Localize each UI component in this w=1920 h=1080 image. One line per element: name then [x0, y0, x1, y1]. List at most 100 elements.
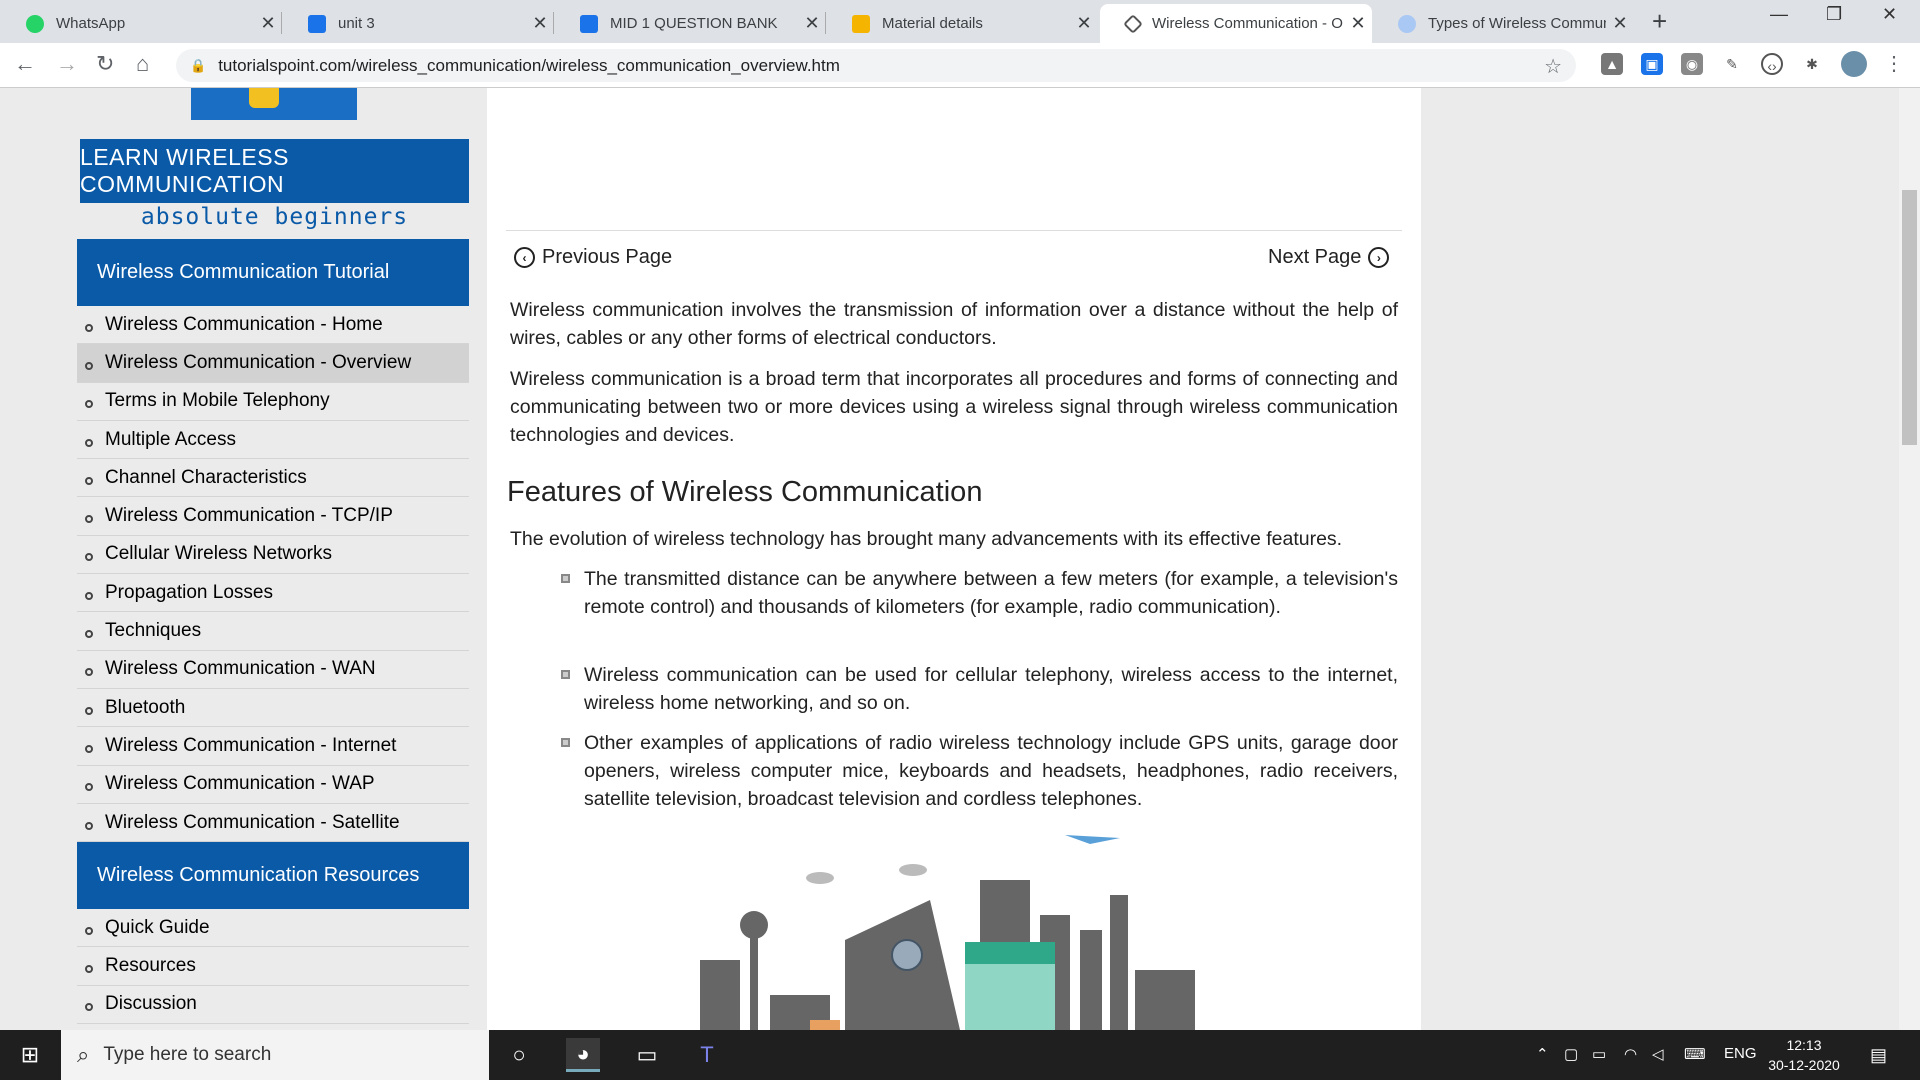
clock[interactable]: 12:13 30-12-2020: [1764, 1035, 1844, 1075]
close-icon[interactable]: ✕: [526, 13, 554, 34]
puzzle-extensions-icon[interactable]: ✱: [1801, 53, 1823, 75]
bullet-icon: [85, 591, 93, 600]
reload-button[interactable]: ↻: [96, 51, 114, 77]
sidebar-item[interactable]: Wireless Communication - TCP/IP: [77, 497, 469, 536]
wireless-city-illustration: [700, 835, 1195, 1030]
sidebar-item-label: Techniques: [105, 620, 202, 642]
close-icon[interactable]: ✕: [254, 13, 282, 34]
close-icon[interactable]: ✕: [798, 13, 826, 34]
bullet-icon: [85, 744, 93, 753]
feature-item: Other examples of applications of radio …: [584, 732, 1398, 810]
tab-wireless-overview[interactable]: Wireless Communication - O ✕: [1100, 4, 1372, 43]
sidebar-item-label: Wireless Communication - Home: [105, 313, 383, 335]
paragraph-intro: Wireless communication involves the tran…: [510, 299, 1398, 349]
sidebar-item[interactable]: Propagation Losses: [77, 574, 469, 613]
sidebar-item-label: Cellular Wireless Networks: [105, 543, 332, 565]
sidebar-tutorial-heading: Wireless Communication Tutorial: [77, 239, 469, 306]
close-window-button[interactable]: ✕: [1882, 4, 1897, 25]
sidebar-item[interactable]: Terms in Mobile Telephony: [77, 383, 469, 421]
chrome-icon[interactable]: ◕: [566, 1038, 600, 1072]
clock-date: 30-12-2020: [1768, 1057, 1840, 1073]
close-icon[interactable]: ✕: [1070, 13, 1098, 34]
url-text: tutorialspoint.com/wireless_communicatio…: [218, 55, 840, 75]
bullet-icon: [85, 400, 93, 409]
close-icon[interactable]: ✕: [1606, 13, 1634, 34]
tab-title: WhatsApp: [56, 15, 126, 32]
home-button[interactable]: ⌂: [136, 51, 149, 77]
previous-page-label: Previous Page: [542, 246, 673, 268]
sidebar-item[interactable]: Wireless Communication - Internet: [77, 727, 469, 766]
sidebar-item-label: Discussion: [105, 993, 197, 1015]
sidebar-item[interactable]: Wireless Communication - Satellite: [77, 804, 469, 843]
browser-toolbar: ← → ↻ ⌂ 🔒 tutorialspoint.com/wireless_co…: [0, 43, 1920, 88]
tray-chevron-icon[interactable]: ⌃: [1536, 1045, 1549, 1063]
bullet-icon: [85, 515, 93, 524]
bookmark-star-icon[interactable]: ☆: [1544, 54, 1562, 79]
camera-extension-icon[interactable]: ◉: [1681, 53, 1703, 75]
battery-icon[interactable]: ▭: [1592, 1045, 1606, 1063]
next-page-link[interactable]: Next Page ›: [1268, 246, 1390, 269]
tutorialspoint-icon: [1123, 13, 1143, 34]
bullet-icon: [85, 964, 93, 973]
tab-material[interactable]: Material details ✕: [826, 4, 1098, 43]
windows-start-icon[interactable]: ⊞: [13, 1038, 47, 1072]
sidebar-item-label: Resources: [105, 954, 196, 976]
sidebar-item[interactable]: Cellular Wireless Networks: [77, 536, 469, 575]
profile-avatar[interactable]: [1841, 51, 1867, 77]
tab-whatsapp[interactable]: WhatsApp ✕: [0, 4, 282, 43]
divider: [506, 230, 1402, 231]
file-manager-icon[interactable]: ▭: [630, 1038, 664, 1072]
tab-unit3[interactable]: unit 3 ✕: [282, 4, 554, 43]
sidebar-item[interactable]: Wireless Communication - WAN: [77, 651, 469, 689]
eyedropper-extension-icon[interactable]: ✎: [1721, 53, 1743, 75]
sidebar-item[interactable]: Wireless Communication - WAP: [77, 766, 469, 804]
sidebar-item[interactable]: Techniques: [77, 612, 469, 651]
tab-types-wireless[interactable]: Types of Wireless Communic ✕: [1372, 4, 1634, 43]
back-button[interactable]: ←: [14, 51, 36, 77]
sidebar-item-label: Wireless Communication - Internet: [105, 734, 397, 756]
sidebar-item-label: Multiple Access: [105, 428, 236, 450]
new-tab-button[interactable]: +: [1652, 6, 1667, 37]
logo-title: LEARN WIRELESS COMMUNICATION: [80, 139, 469, 203]
taskbar: ⊞ ⌕ Type here to search ○ ◕ ▭ T ⌃ ▢ ▭ ◠ …: [0, 1030, 1920, 1080]
notifications-icon[interactable]: ▤: [1870, 1045, 1887, 1066]
sidebar-item[interactable]: Bluetooth: [77, 689, 469, 728]
screen-extension-icon[interactable]: ▣: [1641, 53, 1663, 75]
pdf-extension-icon[interactable]: ▲: [1601, 53, 1623, 75]
previous-page-link[interactable]: ‹ Previous Page: [514, 246, 672, 269]
code-extension-icon[interactable]: ‹›: [1761, 53, 1783, 75]
logo-graphic: [191, 88, 357, 120]
taskbar-search[interactable]: ⌕ Type here to search: [61, 1030, 489, 1080]
teams-icon[interactable]: T: [690, 1038, 724, 1072]
maximize-button[interactable]: ❐: [1826, 4, 1842, 25]
volume-icon[interactable]: ◁: [1652, 1045, 1664, 1063]
tray-camera-icon[interactable]: ▢: [1564, 1045, 1578, 1063]
sidebar-item-active[interactable]: Wireless Communication - Overview: [77, 344, 469, 383]
sidebar-item[interactable]: Quick Guide: [77, 909, 469, 948]
sidebar-item[interactable]: Channel Characteristics: [77, 459, 469, 498]
bullet-icon: [85, 323, 93, 332]
sidebar-item-label: Wireless Communication - Satellite: [105, 811, 400, 833]
keyboard-icon[interactable]: ⌨: [1684, 1045, 1706, 1063]
bullet-icon: [85, 668, 93, 677]
language-indicator[interactable]: ENG: [1724, 1045, 1757, 1062]
forward-button[interactable]: →: [56, 51, 78, 77]
wifi-icon[interactable]: ◠: [1624, 1045, 1637, 1063]
paragraph-definition: Wireless communication is a broad term t…: [510, 368, 1398, 446]
address-bar[interactable]: 🔒 tutorialspoint.com/wireless_communicat…: [176, 49, 1576, 82]
clock-time: 12:13: [1786, 1037, 1822, 1053]
tab-mid1[interactable]: MID 1 QUESTION BANK ✕: [554, 4, 826, 43]
sidebar-item[interactable]: Wireless Communication - Home: [77, 306, 469, 345]
minimize-button[interactable]: —: [1770, 4, 1788, 25]
sidebar-item[interactable]: Discussion: [77, 986, 469, 1024]
menu-kebab-icon[interactable]: ⋮: [1884, 51, 1904, 76]
bullet-square-icon: [561, 670, 570, 679]
sidebar-item-label: Wireless Communication - WAN: [105, 658, 376, 680]
sidebar-item[interactable]: Multiple Access: [77, 421, 469, 460]
sidebar-item-label: Bluetooth: [105, 696, 186, 718]
sidebar-item[interactable]: Resources: [77, 947, 469, 986]
cortana-icon[interactable]: ○: [502, 1038, 536, 1072]
scrollbar-thumb[interactable]: [1902, 190, 1917, 445]
close-icon[interactable]: ✕: [1344, 13, 1372, 34]
classroom-icon: [308, 14, 326, 33]
